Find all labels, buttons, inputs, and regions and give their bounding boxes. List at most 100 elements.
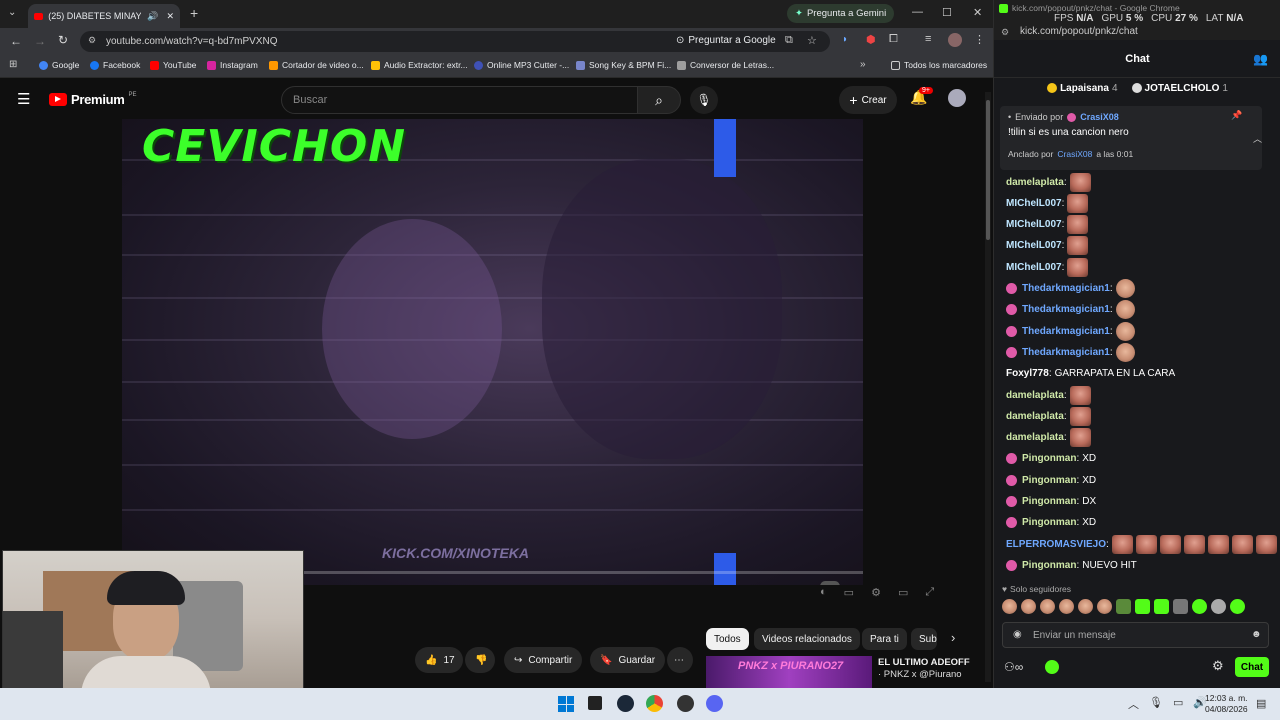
quick-emote[interactable] <box>1116 599 1131 614</box>
chat-emote[interactable] <box>1115 300 1135 320</box>
obs-icon[interactable] <box>677 695 694 712</box>
share-button[interactable]: ↪ Compartir <box>504 647 583 673</box>
quick-emote[interactable] <box>1192 599 1207 614</box>
tray-chevron-icon[interactable]: ︿ <box>1128 696 1139 712</box>
chat-emote[interactable] <box>1207 534 1229 554</box>
quick-emote[interactable] <box>1135 599 1150 614</box>
bookmark-star-icon[interactable]: ☆ <box>807 34 817 47</box>
chat-emote[interactable] <box>1067 257 1089 277</box>
video-player[interactable]: CEVICHON KICK.COM/XINOTEKA <box>122 119 863 585</box>
minimize-icon[interactable]: — <box>912 6 923 18</box>
dislike-button[interactable]: 👎 <box>465 647 495 673</box>
bookmark-audio-extractor[interactable]: Audio Extractor: extr... <box>371 60 468 70</box>
clock[interactable]: 12:03 a. m. 04/08/2026 <box>1205 693 1248 715</box>
chat-username[interactable]: Thedarkmagician1 <box>1022 326 1110 337</box>
chat-username[interactable]: Pingonman <box>1022 517 1076 528</box>
back-icon[interactable]: ← <box>10 34 22 48</box>
bookmark-instagram[interactable]: Instagram <box>207 60 258 70</box>
save-button[interactable]: 🔖 Guardar <box>590 647 666 673</box>
recommended-thumbnail[interactable]: PNKZ x PIURANO27 <box>706 656 872 688</box>
chip-todos[interactable]: Todos <box>706 628 749 650</box>
voice-search-button[interactable]: 🎙 <box>690 86 718 114</box>
bookmark-mp3-cutter[interactable]: Online MP3 Cutter -... <box>474 60 569 70</box>
bookmark-song-key[interactable]: Song Key & BPM Fi... <box>576 60 671 70</box>
tab-youtube[interactable]: (25) DIABETES MINAYA IS B 🔊 ✕ <box>28 4 180 28</box>
chat-username[interactable]: Pingonman <box>1022 560 1076 571</box>
quick-emote[interactable] <box>1059 599 1074 614</box>
leader-1[interactable]: Lapaisana 4 <box>1047 83 1118 94</box>
window-close-icon[interactable]: ✕ <box>973 6 982 19</box>
chat-emote[interactable] <box>1069 428 1091 448</box>
quick-emote[interactable] <box>1154 599 1169 614</box>
chat-username[interactable]: Pingonman <box>1022 496 1076 507</box>
autoplay-toggle[interactable] <box>820 581 840 585</box>
subtitles-icon[interactable]: ▭ <box>844 586 854 599</box>
chat-username[interactable]: damelaplata <box>1006 177 1064 188</box>
steam-icon[interactable] <box>617 695 634 712</box>
forward-icon[interactable]: → <box>34 34 46 48</box>
channel-points-icon[interactable]: ⚇∞ <box>1004 660 1023 674</box>
autoplay-toggle-icon[interactable]: ◐ <box>820 586 827 599</box>
chat-emote[interactable] <box>1111 534 1133 554</box>
chips-next-chevron-icon[interactable]: › <box>951 630 955 645</box>
chat-emote[interactable] <box>1067 193 1089 213</box>
fullscreen-icon[interactable]: ⤢ <box>925 586 934 599</box>
more-actions-button[interactable]: ⋯ <box>667 647 693 673</box>
theater-mode-icon[interactable]: ▭ <box>898 586 908 599</box>
recommended-video-info[interactable]: EL ULTIMO ADEOFF · PNKZ x @Piurano <box>878 657 988 681</box>
quick-emote[interactable] <box>1078 599 1093 614</box>
chat-username[interactable]: Thedarkmagician1 <box>1022 347 1110 358</box>
profile-avatar[interactable] <box>948 33 962 47</box>
file-explorer-icon[interactable] <box>588 696 602 710</box>
chat-username[interactable]: Thedarkmagician1 <box>1022 304 1110 315</box>
collapse-chevron-icon[interactable]: ︿ <box>1253 132 1262 145</box>
url-bar[interactable]: ⚙ youtube.com/watch?v=q-bd7mPVXNQ ⊙ Preg… <box>80 31 830 52</box>
chat-emote[interactable] <box>1159 534 1181 554</box>
chat-username[interactable]: damelaplata <box>1006 390 1064 401</box>
chat-emote[interactable] <box>1069 385 1091 405</box>
microphone-tray-icon[interactable]: 🎙 <box>1149 696 1163 712</box>
like-button[interactable]: 👍 17 <box>415 647 463 673</box>
chat-emote[interactable] <box>1067 236 1089 256</box>
pinned-by-user[interactable]: CrasiX08 <box>1057 149 1092 159</box>
emoji-icon[interactable]: ☻ <box>1251 629 1262 640</box>
bookmark-youtube[interactable]: YouTube <box>150 60 196 70</box>
search-input[interactable]: Buscar <box>281 86 638 114</box>
unpin-icon[interactable]: 📌 <box>1231 110 1242 121</box>
chrome-menu-icon[interactable]: ⋮ <box>974 33 985 46</box>
reload-icon[interactable]: ↻ <box>58 33 68 47</box>
hamburger-menu-icon[interactable]: ☰ <box>17 90 30 108</box>
chat-users-icon[interactable]: 👥 <box>1253 52 1268 66</box>
chat-username[interactable]: MIChelL007 <box>1006 262 1062 273</box>
quick-emote[interactable] <box>1021 599 1036 614</box>
pinned-sender[interactable]: CrasiX08 <box>1080 112 1119 122</box>
chat-username[interactable]: damelaplata <box>1006 411 1064 422</box>
start-button-icon[interactable] <box>558 696 574 712</box>
quick-emote[interactable] <box>1040 599 1055 614</box>
chat-emote[interactable] <box>1183 534 1205 554</box>
chip-for-you[interactable]: Para ti <box>862 628 907 650</box>
chat-settings-gear-icon[interactable]: ⚙ <box>1212 658 1224 674</box>
site-info-icon[interactable]: ⚙ <box>88 35 96 46</box>
page-scrollbar[interactable] <box>985 92 991 682</box>
bookmark-facebook[interactable]: Facebook <box>90 60 140 70</box>
tab-list-chevron-icon[interactable]: ⌄ <box>8 7 16 18</box>
kick-logo-icon[interactable] <box>1045 660 1059 674</box>
extensions-puzzle-icon[interactable]: ⧠ <box>889 33 898 46</box>
chat-username[interactable]: ELPERROMASVIEJO <box>1006 539 1106 550</box>
chat-emote[interactable] <box>1069 172 1091 192</box>
account-avatar[interactable] <box>948 89 966 107</box>
chat-username[interactable]: MIChelL007 <box>1006 219 1062 230</box>
chat-emote[interactable] <box>1067 215 1089 235</box>
chat-emote[interactable] <box>1115 279 1135 298</box>
speaker-icon[interactable]: 🔊 <box>147 11 158 22</box>
chat-emote[interactable] <box>1069 406 1091 426</box>
bookmark-video-cutter[interactable]: Cortador de video o... <box>269 60 364 70</box>
chat-username[interactable]: damelaplata <box>1006 432 1064 443</box>
chat-emote[interactable] <box>1231 534 1253 554</box>
create-button[interactable]: + Crear <box>839 86 897 114</box>
chat-username[interactable]: Pingonman <box>1022 453 1076 464</box>
chat-emote[interactable] <box>1115 321 1135 341</box>
send-chat-button[interactable]: Chat <box>1235 657 1269 677</box>
quick-emote[interactable] <box>1002 599 1017 614</box>
